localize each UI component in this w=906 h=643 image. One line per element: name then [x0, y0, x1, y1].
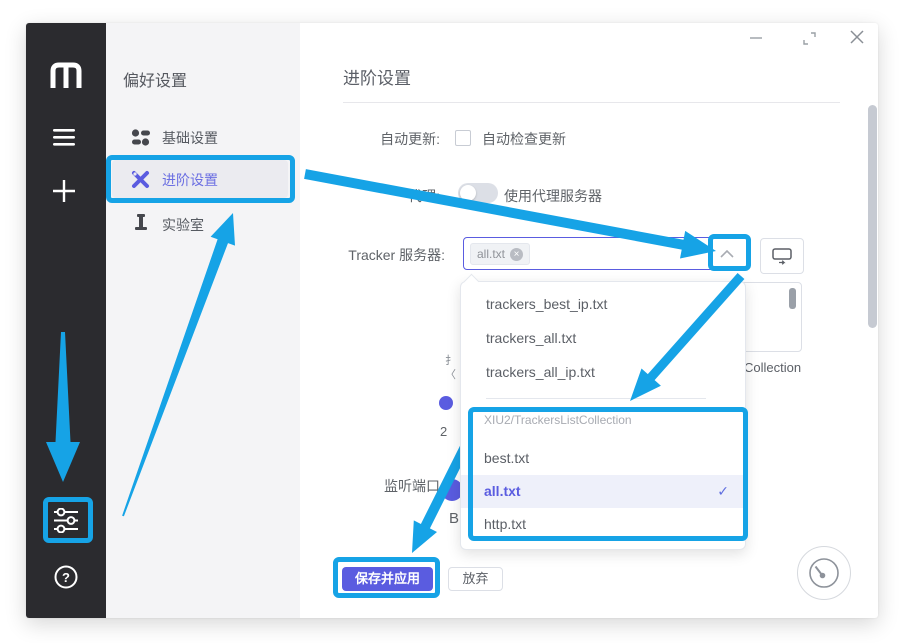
- tracker-server-select[interactable]: all.txt ×: [463, 237, 750, 270]
- sync-trackers-button[interactable]: [760, 238, 804, 274]
- auto-update-checkbox[interactable]: [455, 130, 471, 146]
- minimize-button[interactable]: [745, 27, 767, 49]
- task-list-icon[interactable]: [53, 129, 75, 146]
- motrix-logo: [48, 60, 84, 90]
- screenshot-stage: ? 偏好设置 基础设置 进阶设置 实验室 进阶设置 自动更新: 自动检查更新 代…: [0, 0, 906, 643]
- sidebar-item-lab-label[interactable]: 实验室: [162, 215, 204, 235]
- tag-close-icon[interactable]: ×: [510, 248, 523, 261]
- auto-update-checkbox-label[interactable]: 自动检查更新: [482, 129, 566, 149]
- proxy-toggle-label[interactable]: 使用代理服务器: [504, 186, 602, 206]
- highlight-box-dropdown-group: [468, 407, 748, 541]
- tag-label: all.txt: [477, 247, 505, 261]
- proxy-toggle[interactable]: [458, 183, 498, 203]
- letter-fragment: B: [449, 510, 459, 527]
- speed-indicator-button[interactable]: [797, 546, 851, 600]
- add-task-icon[interactable]: [52, 179, 76, 203]
- highlight-box-chevron: [708, 234, 751, 271]
- speedometer-icon: [807, 556, 841, 590]
- discard-button[interactable]: 放弃: [448, 567, 503, 591]
- page-title: 进阶设置: [343, 64, 411, 89]
- toggle-knob: [460, 185, 476, 201]
- number-fragment: 2: [440, 424, 447, 439]
- auto-update-label: 自动更新:: [340, 129, 440, 149]
- close-button[interactable]: [846, 26, 868, 48]
- highlight-box-advanced-nav: [106, 155, 295, 203]
- listen-port-label: 监听端口: [340, 476, 440, 496]
- svg-text:?: ?: [62, 570, 70, 585]
- text-fragment-2: 〈: [445, 366, 456, 382]
- textarea-scrollbar[interactable]: [789, 288, 796, 309]
- window-scrollbar[interactable]: [868, 105, 877, 328]
- tracker-server-label: Tracker 服务器:: [294, 245, 445, 265]
- title-divider: [343, 102, 840, 103]
- highlight-box-save-button: [333, 557, 440, 598]
- dropdown-divider: [486, 398, 706, 399]
- selected-tracker-tag: all.txt ×: [470, 243, 530, 265]
- dropdown-option[interactable]: trackers_best_ip.txt: [461, 287, 745, 321]
- maximize-button[interactable]: [798, 27, 820, 49]
- collection-text-fragment: Collection: [744, 360, 801, 375]
- prefs-title: 偏好设置: [123, 67, 187, 91]
- link-fragment: [439, 396, 453, 410]
- proxy-label: 代理:: [340, 186, 440, 206]
- dropdown-option[interactable]: trackers_all.txt: [461, 321, 745, 355]
- dropdown-option[interactable]: trackers_all_ip.txt: [461, 355, 745, 389]
- highlight-box-preferences-icon: [43, 497, 93, 543]
- help-icon[interactable]: ?: [54, 565, 78, 589]
- sidebar-item-basic-label[interactable]: 基础设置: [162, 128, 218, 148]
